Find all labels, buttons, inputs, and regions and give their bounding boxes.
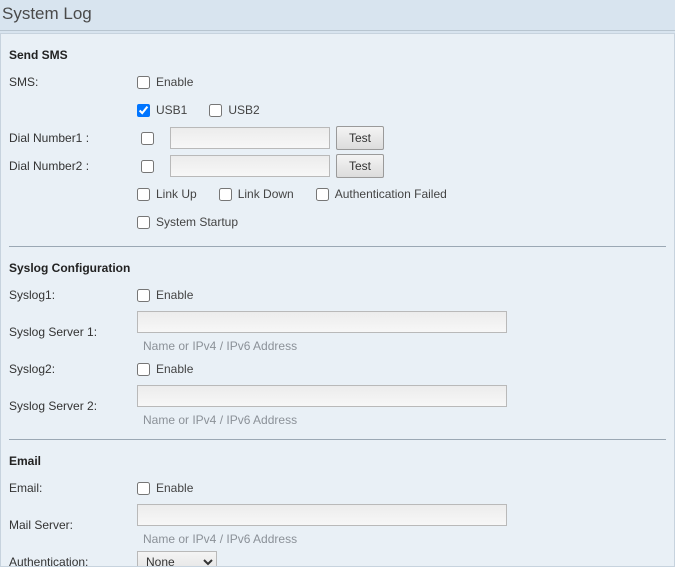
- checkbox-sms-enable[interactable]: [137, 76, 150, 89]
- label-usb1: USB1: [156, 103, 187, 117]
- test-button-dial2[interactable]: Test: [336, 154, 384, 178]
- label-syslog2: Syslog2:: [9, 362, 137, 376]
- label-linkup: Link Up: [156, 187, 197, 201]
- hint-syslog-server2: Name or IPv4 / IPv6 Address: [143, 413, 297, 427]
- input-dial2[interactable]: [170, 155, 330, 177]
- hint-mailserver: Name or IPv4 / IPv6 Address: [143, 532, 297, 546]
- hint-syslog-server1: Name or IPv4 / IPv6 Address: [143, 339, 297, 353]
- checkbox-dial2[interactable]: [141, 160, 154, 173]
- page-title: System Log: [0, 0, 675, 31]
- checkbox-authfail[interactable]: [316, 188, 329, 201]
- row-sms-usb: USB1 USB2: [9, 96, 666, 124]
- row-syslog-server1: Syslog Server 1: Name or IPv4 / IPv6 Add…: [9, 309, 666, 355]
- checkbox-startup[interactable]: [137, 216, 150, 229]
- checkbox-syslog1-enable[interactable]: [137, 289, 150, 302]
- label-mailserver: Mail Server:: [9, 518, 137, 532]
- label-syslog1-enable: Enable: [156, 288, 193, 302]
- row-dial2: Dial Number2 : Test: [9, 152, 666, 180]
- label-syslog-server2: Syslog Server 2:: [9, 399, 137, 413]
- label-syslog2-enable: Enable: [156, 362, 193, 376]
- row-sms-startup: System Startup: [9, 208, 666, 236]
- section-heading-email: Email: [9, 440, 666, 474]
- label-dial2: Dial Number2 :: [9, 159, 137, 173]
- input-syslog-server2[interactable]: [137, 385, 507, 407]
- checkbox-linkdown[interactable]: [219, 188, 232, 201]
- checkbox-dial1[interactable]: [141, 132, 154, 145]
- row-mailserver: Mail Server: Name or IPv4 / IPv6 Address: [9, 502, 666, 548]
- input-mailserver[interactable]: [137, 504, 507, 526]
- row-auth: Authentication: None: [9, 548, 666, 567]
- section-heading-syslog: Syslog Configuration: [9, 247, 666, 281]
- checkbox-linkup[interactable]: [137, 188, 150, 201]
- label-sms: SMS:: [9, 75, 137, 89]
- label-auth: Authentication:: [9, 555, 137, 567]
- row-sms-events: Link Up Link Down Authentication Failed: [9, 180, 666, 208]
- label-sms-enable: Enable: [156, 75, 193, 89]
- checkbox-usb2[interactable]: [209, 104, 222, 117]
- select-auth[interactable]: None: [137, 551, 217, 567]
- input-syslog-server1[interactable]: [137, 311, 507, 333]
- row-sms-enable: SMS: Enable: [9, 68, 666, 96]
- label-startup: System Startup: [156, 215, 238, 229]
- section-heading-sms: Send SMS: [9, 34, 666, 68]
- input-dial1[interactable]: [170, 127, 330, 149]
- settings-panel: Send SMS SMS: Enable USB1 USB2 Dial Numb…: [0, 33, 675, 567]
- label-email-enable: Enable: [156, 481, 193, 495]
- row-email-enable: Email: Enable: [9, 474, 666, 502]
- label-usb2: USB2: [228, 103, 259, 117]
- row-syslog1: Syslog1: Enable: [9, 281, 666, 309]
- checkbox-syslog2-enable[interactable]: [137, 363, 150, 376]
- checkbox-usb1[interactable]: [137, 104, 150, 117]
- row-syslog-server2: Syslog Server 2: Name or IPv4 / IPv6 Add…: [9, 383, 666, 429]
- test-button-dial1[interactable]: Test: [336, 126, 384, 150]
- label-email: Email:: [9, 481, 137, 495]
- label-dial1: Dial Number1 :: [9, 131, 137, 145]
- label-authfail: Authentication Failed: [335, 187, 447, 201]
- label-syslog-server1: Syslog Server 1:: [9, 325, 137, 339]
- row-syslog2: Syslog2: Enable: [9, 355, 666, 383]
- row-dial1: Dial Number1 : Test: [9, 124, 666, 152]
- label-syslog1: Syslog1:: [9, 288, 137, 302]
- checkbox-email-enable[interactable]: [137, 482, 150, 495]
- label-linkdown: Link Down: [238, 187, 294, 201]
